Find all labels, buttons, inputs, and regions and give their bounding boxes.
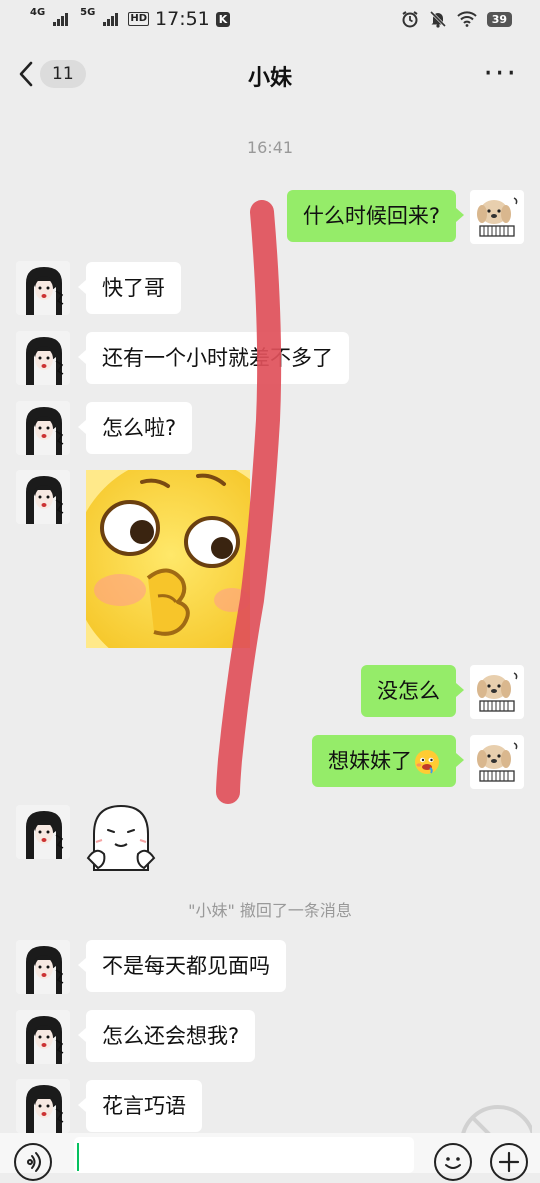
girl-avatar-icon [16, 401, 70, 455]
self-avatar[interactable] [470, 665, 524, 719]
app-badge: K [215, 11, 231, 27]
message-bubble-contact[interactable]: 怎么啦? [77, 402, 193, 454]
network-5g-label: 5G [80, 7, 96, 18]
recall-notice: "小妹" 撤回了一条消息 [188, 901, 352, 920]
dog-avatar-icon [477, 672, 518, 712]
emoji-icon[interactable] [434, 1143, 472, 1181]
message-bubble-contact[interactable]: 花言巧语 [78, 1080, 202, 1132]
status-bar: 4G 5G HD 17:51 K 39 [0, 0, 540, 42]
contact-avatar[interactable] [16, 331, 70, 385]
message-bubble-contact[interactable]: 怎么还会想我? [77, 1010, 256, 1062]
contact-avatar[interactable] [16, 1079, 70, 1133]
message-bubble-self[interactable]: 没怎么 [361, 665, 464, 717]
message-bubble-self[interactable]: 想妹妹了 [312, 735, 464, 787]
network-4g-label: 4G [30, 7, 46, 18]
message-bubble-contact[interactable]: 还有一个小时就差不多了 [78, 332, 349, 384]
red-annotation-stroke [216, 200, 282, 804]
chat-header: 11 小妹 ··· [0, 42, 540, 106]
signal-icon [53, 12, 69, 26]
contact-avatar[interactable] [16, 261, 70, 315]
contact-avatar[interactable] [16, 401, 70, 455]
girl-avatar-icon [16, 1010, 70, 1064]
yellow-face-sticker[interactable] [72, 456, 292, 676]
contact-avatar[interactable] [16, 470, 70, 524]
input-bar [0, 1133, 540, 1181]
self-avatar[interactable] [470, 190, 524, 244]
signal-icon-2 [103, 12, 119, 26]
voice-icon[interactable] [14, 1143, 52, 1181]
shy-blob-sticker[interactable] [84, 800, 158, 874]
clock: 17:51 [155, 8, 210, 30]
battery-icon: 39 [486, 11, 512, 27]
self-avatar[interactable] [470, 735, 524, 789]
mute-icon [429, 10, 446, 28]
plus-icon[interactable] [490, 1143, 528, 1181]
contact-avatar[interactable] [16, 805, 70, 859]
girl-avatar-icon [16, 470, 70, 524]
girl-avatar-icon [16, 261, 70, 315]
dog-avatar-icon [477, 742, 518, 782]
girl-avatar-icon [16, 331, 70, 385]
message-bubble-contact[interactable]: 快了哥 [78, 262, 181, 314]
alarm-icon [402, 11, 418, 28]
contact-avatar[interactable] [16, 940, 70, 994]
drooling-face-emoji [415, 750, 439, 774]
text-cursor [77, 1143, 79, 1171]
message-input[interactable] [74, 1137, 414, 1173]
hd-badge: HD [128, 12, 150, 26]
contact-avatar[interactable] [16, 1010, 70, 1064]
chat-title: 小妹 [247, 66, 292, 91]
chat-timestamp: 16:41 [246, 138, 294, 157]
girl-avatar-icon [16, 805, 70, 859]
girl-avatar-icon [16, 940, 70, 994]
dog-avatar-icon [477, 197, 518, 237]
message-bubble-contact[interactable]: 不是每天都见面吗 [78, 940, 286, 992]
message-bubble-self[interactable]: 什么时候回来? [286, 190, 465, 242]
more-icon[interactable]: ··· [483, 56, 518, 91]
wifi-icon [456, 11, 477, 27]
girl-avatar-icon [16, 1079, 70, 1133]
message-text: 想妹妹了 [328, 749, 412, 773]
